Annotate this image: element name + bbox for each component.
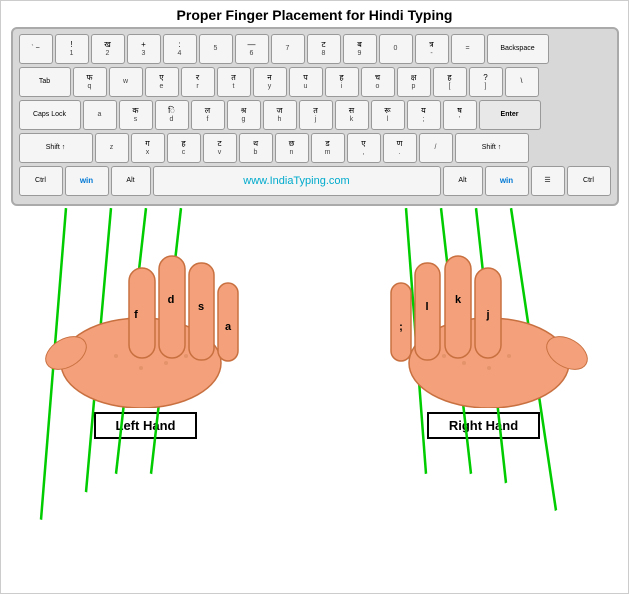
right-hand-label: Right Hand xyxy=(427,412,540,439)
key-6[interactable]: —6 xyxy=(235,34,269,64)
left-hand-image: f d s a xyxy=(11,208,281,408)
key-a[interactable]: a xyxy=(83,100,117,130)
key-semicolon[interactable]: य; xyxy=(407,100,441,130)
svg-text:l: l xyxy=(425,301,428,313)
svg-text:f: f xyxy=(134,309,138,321)
key-q[interactable]: फq xyxy=(73,67,107,97)
key-backspace[interactable]: Backspace xyxy=(487,34,549,64)
key-backslash[interactable]: \ xyxy=(505,67,539,97)
key-x[interactable]: गx xyxy=(131,133,165,163)
left-hand-label: Left Hand xyxy=(94,412,198,439)
key-y[interactable]: नy xyxy=(253,67,287,97)
key-row-2: Tab फq w एe रr तt नy पu हi चo क्षp ह[ ?]… xyxy=(19,67,611,97)
key-tab[interactable]: Tab xyxy=(19,67,71,97)
key-3[interactable]: +3 xyxy=(127,34,161,64)
key-u[interactable]: पu xyxy=(289,67,323,97)
key-8[interactable]: ट8 xyxy=(307,34,341,64)
key-slash[interactable]: / xyxy=(419,133,453,163)
key-l[interactable]: रूl xyxy=(371,100,405,130)
key-m[interactable]: डm xyxy=(311,133,345,163)
key-row-4: Shift ↑ z गx हc टv थb छn डm ए, ण. / Shif… xyxy=(19,133,611,163)
key-space[interactable]: www.IndiaTyping.com xyxy=(153,166,441,196)
key-4[interactable]: :4 xyxy=(163,34,197,64)
watermark-text: www.IndiaTyping.com xyxy=(243,175,349,187)
key-h[interactable]: जh xyxy=(263,100,297,130)
key-lbracket[interactable]: ह[ xyxy=(433,67,467,97)
key-minus[interactable]: त्र- xyxy=(415,34,449,64)
keyboard: ` ~ !1 ख2 +3 :4 5 —6 7 ट8 ब9 0 त्र- = Ba… xyxy=(11,27,619,206)
key-0[interactable]: 0 xyxy=(379,34,413,64)
svg-text:a: a xyxy=(224,321,231,333)
svg-text:k: k xyxy=(454,294,461,306)
key-f[interactable]: लf xyxy=(191,100,225,130)
key-r[interactable]: रr xyxy=(181,67,215,97)
svg-text:j: j xyxy=(485,309,489,321)
key-backtick[interactable]: ` ~ xyxy=(19,34,53,64)
key-k[interactable]: सk xyxy=(335,100,369,130)
page-title: Proper Finger Placement for Hindi Typing xyxy=(177,7,453,23)
key-shift-right[interactable]: Shift ↑ xyxy=(455,133,529,163)
key-b[interactable]: थb xyxy=(239,133,273,163)
key-shift-left[interactable]: Shift ↑ xyxy=(19,133,93,163)
key-menu[interactable]: ☰ xyxy=(531,166,565,196)
key-5[interactable]: 5 xyxy=(199,34,233,64)
key-7[interactable]: 7 xyxy=(271,34,305,64)
key-ctrl-left[interactable]: Ctrl xyxy=(19,166,63,196)
key-w[interactable]: w xyxy=(109,67,143,97)
key-comma[interactable]: ए, xyxy=(347,133,381,163)
key-j[interactable]: तj xyxy=(299,100,333,130)
key-row-1: ` ~ !1 ख2 +3 :4 5 —6 7 ट8 ब9 0 त्र- = Ba… xyxy=(19,34,611,64)
key-caps-lock[interactable]: Caps Lock xyxy=(19,100,81,130)
svg-text:d: d xyxy=(167,294,174,306)
hands-area: f d s a Left Hand xyxy=(11,208,619,593)
svg-text:s: s xyxy=(197,301,203,313)
key-d[interactable]: िd xyxy=(155,100,189,130)
key-ctrl-right[interactable]: Ctrl xyxy=(567,166,611,196)
key-p[interactable]: क्षp xyxy=(397,67,431,97)
key-v[interactable]: टv xyxy=(203,133,237,163)
key-2[interactable]: ख2 xyxy=(91,34,125,64)
key-enter[interactable]: Enter xyxy=(479,100,541,130)
key-t[interactable]: तt xyxy=(217,67,251,97)
key-row-3: Caps Lock a कs िd लf श्रg जh तj सk रूl य… xyxy=(19,100,611,130)
key-equals[interactable]: = xyxy=(451,34,485,64)
key-alt-left[interactable]: Alt xyxy=(111,166,151,196)
key-period[interactable]: ण. xyxy=(383,133,417,163)
key-rbracket[interactable]: ?] xyxy=(469,67,503,97)
svg-text:;: ; xyxy=(399,321,403,333)
key-win-left[interactable]: win xyxy=(65,166,109,196)
key-n[interactable]: छn xyxy=(275,133,309,163)
key-c[interactable]: हc xyxy=(167,133,201,163)
key-z[interactable]: z xyxy=(95,133,129,163)
key-o[interactable]: चo xyxy=(361,67,395,97)
right-hand-image: j k l ; xyxy=(349,208,619,408)
key-quote[interactable]: ष' xyxy=(443,100,477,130)
key-alt-right[interactable]: Alt xyxy=(443,166,483,196)
key-i[interactable]: हi xyxy=(325,67,359,97)
left-hand-container: f d s a Left Hand xyxy=(11,208,281,593)
key-e[interactable]: एe xyxy=(145,67,179,97)
key-9[interactable]: ब9 xyxy=(343,34,377,64)
key-1[interactable]: !1 xyxy=(55,34,89,64)
right-hand-container: j k l ; Right Hand xyxy=(349,208,619,593)
key-g[interactable]: श्रg xyxy=(227,100,261,130)
key-row-5: Ctrl win Alt www.IndiaTyping.com Alt win… xyxy=(19,166,611,196)
key-win-right[interactable]: win xyxy=(485,166,529,196)
key-s[interactable]: कs xyxy=(119,100,153,130)
